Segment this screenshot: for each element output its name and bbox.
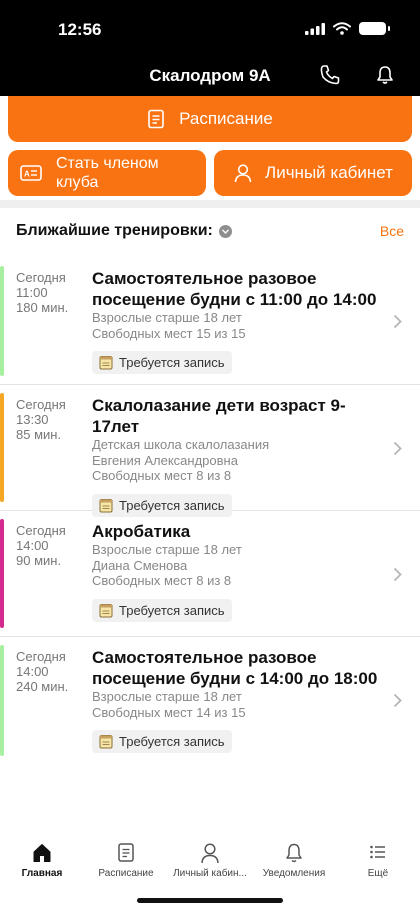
chevron-right-icon xyxy=(393,441,402,456)
training-line: Взрослые старше 18 лет xyxy=(92,310,242,325)
training-card[interactable]: Сегодня 14:00 240 мин. Самостоятельное р… xyxy=(0,637,420,764)
training-time: Сегодня 11:00 180 мин. xyxy=(16,270,69,315)
notepad-icon xyxy=(99,603,113,617)
registration-required-badge: Требуется запись xyxy=(92,598,232,622)
training-line: Свободных мест 8 из 8 xyxy=(92,573,232,588)
tab-home-label: Главная xyxy=(21,868,63,879)
tab-cabinet[interactable]: Личный кабин... xyxy=(168,842,252,879)
tab-schedule[interactable]: Расписание xyxy=(84,842,168,879)
tab-notifications-label: Уведомления xyxy=(262,868,326,879)
become-member-label: Стать членом клуба xyxy=(56,155,159,191)
training-line: Свободных мест 14 из 15 xyxy=(92,704,246,720)
phone-icon[interactable] xyxy=(318,63,342,87)
chevron-down-icon[interactable] xyxy=(218,224,232,238)
training-time: Сегодня 14:00 240 мин. xyxy=(16,649,69,694)
battery-icon xyxy=(359,22,390,35)
training-card[interactable]: Сегодня 14:00 90 мин. Акробатика Взрослы… xyxy=(0,511,420,637)
bell-icon[interactable] xyxy=(376,65,394,85)
schedule-button-label: Расписание xyxy=(179,109,273,128)
training-line: Свободных мест 15 из 15 xyxy=(92,325,246,341)
registration-required-badge: Требуется запись xyxy=(92,730,232,753)
svg-text:A: A xyxy=(24,170,30,179)
training-line: Детская школа скалолазания xyxy=(92,437,270,452)
training-line: Свободных мест 8 из 8 xyxy=(92,468,232,483)
training-time: Сегодня 14:00 90 мин. xyxy=(16,523,66,568)
training-time: Сегодня 13:30 85 мин. xyxy=(16,397,66,442)
training-details: Скалолазание дети возраст 9-17лет Детска… xyxy=(92,395,388,518)
signal-icon xyxy=(305,22,325,35)
training-title: Самостоятельное разовое посещение будни … xyxy=(92,269,377,309)
training-details: Акробатика Взрослые старше 18 лет Диана … xyxy=(92,521,388,623)
section-header: Ближайшие тренировки: xyxy=(16,222,232,240)
chevron-right-icon xyxy=(393,693,402,708)
wifi-icon xyxy=(333,22,351,35)
training-details: Самостоятельное разовое посещение будни … xyxy=(92,647,388,754)
tab-notifications[interactable]: Уведомления xyxy=(252,842,336,879)
training-card[interactable]: Сегодня 11:00 180 мин. Самостоятельное р… xyxy=(0,258,420,385)
section-title: Ближайшие тренировки: xyxy=(16,222,213,239)
tab-schedule-label: Расписание xyxy=(98,868,154,879)
training-color-bar xyxy=(0,393,4,502)
training-color-bar xyxy=(0,266,4,376)
personal-cabinet-label: Личный кабинет xyxy=(265,163,393,182)
training-color-bar xyxy=(0,519,4,628)
user-icon xyxy=(234,164,252,183)
training-line: Взрослые старше 18 лет xyxy=(92,689,242,704)
tab-more[interactable]: Ещё xyxy=(336,842,420,879)
page-title: Скалодром 9А xyxy=(149,66,271,85)
registration-required-badge: Требуется запись xyxy=(92,351,232,374)
tab-more-label: Ещё xyxy=(367,868,389,879)
user-icon xyxy=(201,843,219,864)
status-time: 12:56 xyxy=(58,20,102,39)
training-card[interactable]: Сегодня 13:30 85 мин. Скалолазание дети … xyxy=(0,385,420,517)
training-title: Скалолазание дети возраст 9-17лет xyxy=(92,396,346,436)
notepad-icon xyxy=(99,356,113,370)
list-icon xyxy=(370,845,385,859)
member-card-icon: A xyxy=(20,165,42,181)
section-divider xyxy=(0,200,420,208)
become-member-button[interactable]: A Стать членом клуба xyxy=(8,150,206,196)
training-title: Самостоятельное разовое посещение будни … xyxy=(92,648,378,688)
training-line: Взрослые старше 18 лет xyxy=(92,542,242,557)
chevron-right-icon xyxy=(393,567,402,582)
tab-cabinet-label: Личный кабин... xyxy=(173,868,247,879)
training-title: Акробатика xyxy=(92,522,191,541)
chevron-right-icon xyxy=(393,314,402,329)
see-all-link[interactable]: Все xyxy=(380,223,404,239)
notepad-icon xyxy=(99,735,113,749)
top-bar: 12:56 Скалодром 9А xyxy=(0,0,420,96)
training-color-bar xyxy=(0,645,4,756)
bell-icon xyxy=(286,843,302,863)
document-icon xyxy=(118,843,134,862)
training-list: Сегодня 11:00 180 мин. Самостоятельное р… xyxy=(0,258,420,764)
training-line: Евгения Александровна xyxy=(92,452,238,468)
training-line: Диана Сменова xyxy=(92,557,188,573)
status-icons xyxy=(305,22,390,35)
home-icon xyxy=(33,844,51,862)
home-indicator xyxy=(137,898,283,903)
training-details: Самостоятельное разовое посещение будни … xyxy=(92,268,388,375)
schedule-button[interactable]: Расписание xyxy=(8,96,412,142)
tab-home[interactable]: Главная xyxy=(0,842,84,879)
personal-cabinet-button[interactable]: Личный кабинет xyxy=(214,150,412,196)
document-icon xyxy=(148,109,164,129)
